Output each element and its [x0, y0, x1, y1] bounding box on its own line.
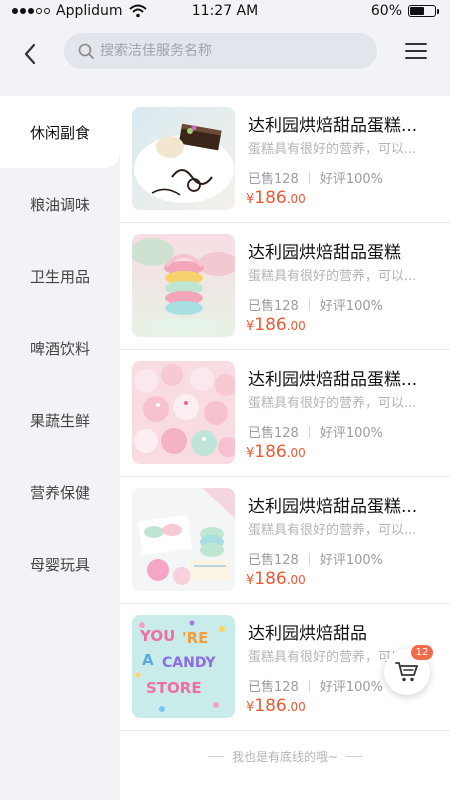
product-title: 达利园烘焙甜品: [248, 624, 367, 644]
menu-button[interactable]: [404, 39, 428, 63]
price-decimal: .00: [286, 573, 306, 587]
rating: 好评100%: [319, 299, 383, 314]
sidebar-item-hygiene[interactable]: 卫生用品: [0, 240, 120, 312]
rating: 好评100%: [319, 553, 383, 568]
chevron-left-icon: [24, 43, 36, 65]
price-integer: 186: [254, 569, 287, 589]
sidebar-item-baby-toys[interactable]: 母婴玩具: [0, 528, 120, 600]
sidebar-item-fresh-produce[interactable]: 果蔬生鲜: [0, 384, 120, 456]
product-stats: 已售128 好评100%: [248, 295, 383, 314]
price-currency: ¥: [246, 192, 255, 207]
svg-text:STORE: STORE: [146, 679, 202, 697]
sold-count: 已售128: [248, 299, 299, 314]
svg-text:CANDY: CANDY: [162, 655, 216, 671]
sold-count: 已售128: [248, 172, 299, 187]
stats-divider: [308, 679, 310, 692]
pastel-macarons-image: [132, 488, 235, 591]
stats-divider: [308, 552, 310, 565]
price-decimal: .00: [286, 192, 306, 206]
stats-divider: [308, 298, 310, 311]
product-description: 蛋糕具有很好的营养，可以...: [248, 396, 417, 411]
product-stats: 已售128 好评100%: [248, 549, 383, 568]
product-card[interactable]: 达利园烘焙甜品蛋糕... 蛋糕具有很好的营养，可以... 已售128 好评100…: [120, 350, 450, 477]
price-decimal: .00: [286, 319, 306, 333]
rating: 好评100%: [319, 426, 383, 441]
svg-text:YOU: YOU: [139, 627, 175, 645]
sidebar-item-health[interactable]: 营养保健: [0, 456, 120, 528]
product-price: ¥ 186 .00: [246, 315, 306, 335]
stats-divider: [308, 171, 310, 184]
price-integer: 186: [254, 315, 287, 335]
battery-percent: 60%: [370, 3, 402, 19]
price-currency: ¥: [246, 700, 255, 715]
pink-cake-pops-image: [132, 361, 235, 464]
macaron-tower-image: [132, 234, 235, 337]
hamburger-menu-icon: [405, 43, 427, 59]
product-price: ¥ 186 .00: [246, 569, 306, 589]
price-decimal: .00: [286, 700, 306, 714]
category-sidebar: 休闲副食 粮油调味 卫生用品 啤酒饮料 果蔬生鲜 营养保健 母婴玩具: [0, 96, 120, 800]
svg-text:'RE: 'RE: [182, 629, 208, 647]
price-currency: ¥: [246, 573, 255, 588]
end-of-list-note: 我也是有底线的哦~: [120, 748, 450, 765]
sidebar-item-beverages[interactable]: 啤酒饮料: [0, 312, 120, 384]
divider-line: [346, 756, 363, 757]
price-currency: ¥: [246, 446, 255, 461]
product-card[interactable]: 达利园烘焙甜品蛋糕... 蛋糕具有很好的营养，可以... 已售128 好评100…: [120, 477, 450, 604]
rating: 好评100%: [319, 172, 383, 187]
sidebar-item-grain-oil[interactable]: 粮油调味: [0, 168, 120, 240]
product-description: 蛋糕具有很好的营养，可以...: [248, 269, 417, 284]
sold-count: 已售128: [248, 426, 299, 441]
product-stats: 已售128 好评100%: [248, 676, 383, 695]
end-of-list-text: 我也是有底线的哦~: [231, 750, 339, 764]
product-title: 达利园烘焙甜品蛋糕...: [248, 497, 418, 517]
product-title: 达利园烘焙甜品蛋糕...: [248, 370, 418, 390]
price-integer: 186: [254, 188, 287, 208]
price-integer: 186: [254, 442, 287, 462]
price-integer: 186: [254, 696, 287, 716]
product-price: ¥ 186 .00: [246, 188, 306, 208]
product-price: ¥ 186 .00: [246, 442, 306, 462]
product-card[interactable]: 达利园烘焙甜品蛋糕... 蛋糕具有很好的营养，可以... 已售128 好评100…: [120, 96, 450, 223]
price-currency: ¥: [246, 319, 255, 334]
product-list: 达利园烘焙甜品蛋糕... 蛋糕具有很好的营养，可以... 已售128 好评100…: [120, 96, 450, 731]
status-right: 60%: [370, 3, 439, 19]
search-bar[interactable]: [64, 33, 377, 69]
svg-text:A: A: [142, 651, 154, 669]
sold-count: 已售128: [248, 680, 299, 695]
back-button[interactable]: [14, 38, 46, 70]
stats-divider: [308, 425, 310, 438]
rating: 好评100%: [319, 680, 383, 695]
header: [0, 26, 450, 96]
price-decimal: .00: [286, 446, 306, 460]
search-input[interactable]: [100, 43, 360, 59]
product-price: ¥ 186 .00: [246, 696, 306, 716]
cart-badge: 12: [411, 645, 433, 660]
sold-count: 已售128: [248, 553, 299, 568]
product-title: 达利园烘焙甜品蛋糕: [248, 243, 401, 263]
product-stats: 已售128 好评100%: [248, 168, 383, 187]
product-stats: 已售128 好评100%: [248, 422, 383, 441]
product-title: 达利园烘焙甜品蛋糕...: [248, 116, 418, 136]
cake-slice-dessert-image: [132, 107, 235, 210]
product-description: 蛋糕具有很好的营养，可以...: [248, 523, 417, 538]
product-card[interactable]: 达利园烘焙甜品蛋糕 蛋糕具有很好的营养，可以... 已售128 好评100% ¥…: [120, 223, 450, 350]
sidebar-item-snacks[interactable]: 休闲副食: [0, 96, 120, 168]
search-icon: [78, 43, 94, 59]
shopping-cart-icon: [395, 662, 418, 682]
product-description: 蛋糕具有很好的营养，可以...: [248, 142, 417, 157]
candy-store-letters-image: YOU 'RE A CANDY STORE: [132, 615, 235, 718]
battery-icon: [408, 5, 439, 17]
status-bar: Applidum 11:27 AM 60%: [0, 0, 450, 26]
battery-level-fill: [410, 7, 425, 15]
divider-line: [207, 756, 224, 757]
